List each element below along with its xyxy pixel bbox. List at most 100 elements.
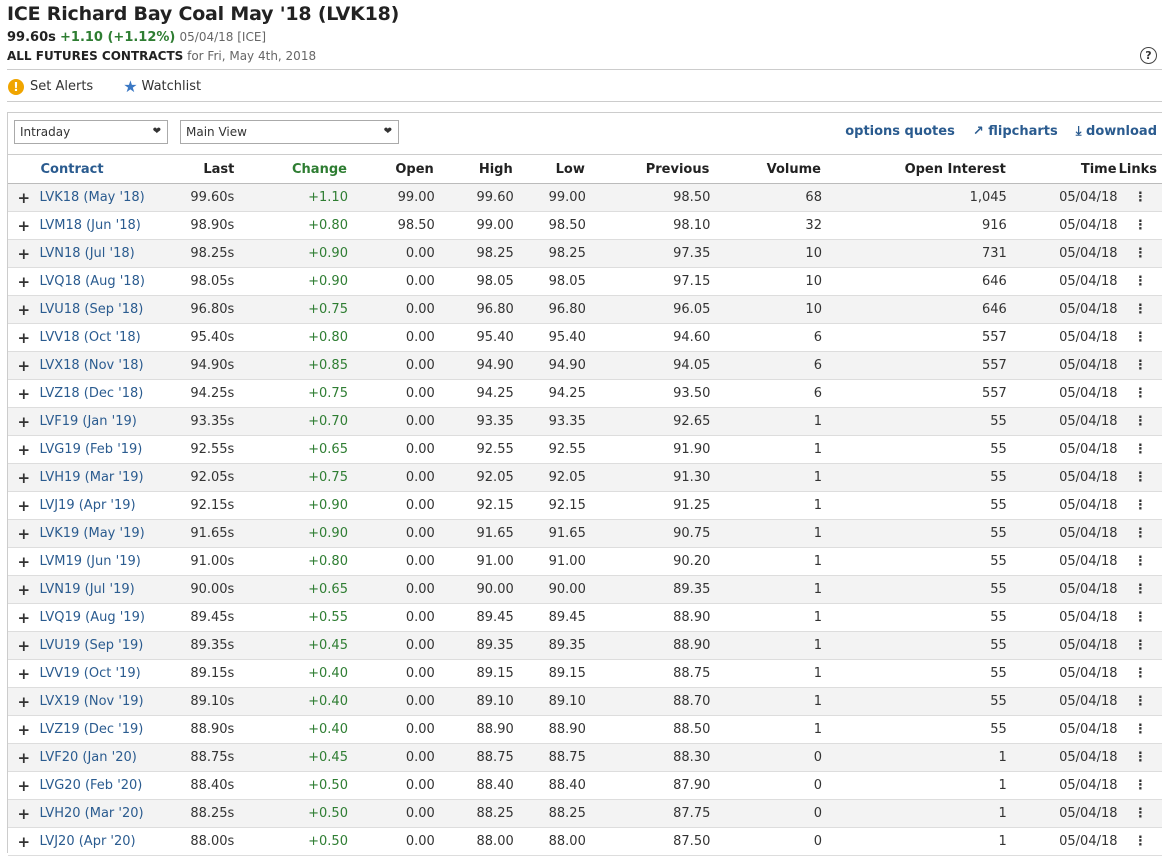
view-select[interactable]: Main View ❤ (180, 120, 399, 144)
contract-cell[interactable]: LVM18 (Jun '18) (39, 211, 161, 240)
plus-icon[interactable]: + (8, 799, 40, 828)
kebab-menu-icon[interactable]: ⋮ (1117, 211, 1162, 240)
kebab-menu-icon[interactable]: ⋮ (1117, 743, 1162, 772)
contract-cell[interactable]: LVH19 (Mar '19) (39, 463, 161, 492)
kebab-menu-icon[interactable]: ⋮ (1117, 435, 1162, 464)
plus-icon[interactable]: + (8, 407, 40, 436)
kebab-menu-icon[interactable]: ⋮ (1117, 799, 1162, 828)
plus-icon[interactable]: + (8, 239, 40, 268)
plus-icon[interactable]: + (8, 463, 40, 492)
plus-icon[interactable]: + (8, 631, 40, 660)
kebab-menu-icon[interactable]: ⋮ (1117, 407, 1162, 436)
kebab-menu-icon[interactable]: ⋮ (1117, 771, 1162, 800)
contract-cell[interactable]: LVF19 (Jan '19) (39, 407, 161, 436)
contract-cell[interactable]: LVX19 (Nov '19) (39, 687, 161, 716)
plus-icon[interactable]: + (8, 603, 40, 632)
kebab-menu-icon[interactable]: ⋮ (1117, 323, 1162, 352)
period-select[interactable]: Intraday ❤ (14, 120, 168, 144)
open-interest-cell: 55 (821, 631, 1007, 660)
plus-icon[interactable]: + (8, 743, 40, 772)
plus-icon[interactable]: + (8, 547, 40, 576)
contract-cell[interactable]: LVZ19 (Dec '19) (39, 715, 161, 744)
change-cell: +0.85 (236, 351, 348, 380)
contract-cell[interactable]: LVN18 (Jul '18) (39, 239, 161, 268)
contract-cell[interactable]: LVM19 (Jun '19) (39, 547, 161, 576)
contract-cell[interactable]: LVF20 (Jan '20) (39, 743, 161, 772)
options-quotes-link[interactable]: options quotes (845, 124, 955, 139)
kebab-menu-icon[interactable]: ⋮ (1117, 519, 1162, 548)
contract-cell[interactable]: LVU18 (Sep '18) (39, 295, 161, 324)
contract-cell[interactable]: LVG19 (Feb '19) (39, 435, 161, 464)
set-alerts-link[interactable]: Set Alerts (30, 79, 93, 94)
contract-cell[interactable]: LVV19 (Oct '19) (39, 659, 161, 688)
plus-icon[interactable]: + (8, 267, 40, 296)
plus-icon[interactable]: + (8, 323, 40, 352)
kebab-menu-icon[interactable]: ⋮ (1117, 659, 1162, 688)
col-contract[interactable]: Contract (39, 154, 161, 184)
kebab-menu-icon[interactable]: ⋮ (1117, 379, 1162, 408)
high-cell: 89.10 (434, 687, 514, 716)
kebab-menu-icon[interactable]: ⋮ (1117, 631, 1162, 660)
plus-icon[interactable]: + (8, 295, 40, 324)
kebab-menu-icon[interactable]: ⋮ (1117, 463, 1162, 492)
kebab-menu-icon[interactable]: ⋮ (1117, 715, 1162, 744)
kebab-menu-icon[interactable]: ⋮ (1117, 575, 1162, 604)
kebab-menu-icon[interactable]: ⋮ (1117, 491, 1162, 520)
contract-cell[interactable]: LVH20 (Mar '20) (39, 799, 161, 828)
alert-icon[interactable]: ! (8, 78, 24, 95)
flipcharts-link[interactable]: ↗ flipcharts (973, 124, 1058, 139)
plus-icon[interactable]: + (8, 183, 40, 212)
time-cell: 05/04/18 (1006, 715, 1118, 744)
contract-cell[interactable]: LVQ19 (Aug '19) (39, 603, 161, 632)
plus-icon[interactable]: + (8, 351, 40, 380)
kebab-menu-icon[interactable]: ⋮ (1117, 351, 1162, 380)
plus-icon[interactable]: + (8, 771, 40, 800)
col-volume[interactable]: Volume (710, 154, 822, 184)
col-previous[interactable]: Previous (585, 154, 711, 184)
contract-cell[interactable]: LVZ18 (Dec '18) (39, 379, 161, 408)
contract-cell[interactable]: LVU19 (Sep '19) (39, 631, 161, 660)
col-time[interactable]: Time (1006, 154, 1118, 184)
kebab-menu-icon[interactable]: ⋮ (1117, 295, 1162, 324)
kebab-menu-icon[interactable]: ⋮ (1117, 239, 1162, 268)
plus-icon[interactable]: + (8, 435, 40, 464)
plus-icon[interactable]: + (8, 659, 40, 688)
col-change[interactable]: Change (236, 154, 348, 184)
contract-cell[interactable]: LVJ20 (Apr '20) (39, 827, 161, 856)
col-low[interactable]: Low (513, 154, 586, 184)
contract-cell[interactable]: LVN19 (Jul '19) (39, 575, 161, 604)
kebab-menu-icon[interactable]: ⋮ (1117, 267, 1162, 296)
plus-icon[interactable]: + (8, 379, 40, 408)
contract-cell[interactable]: LVJ19 (Apr '19) (39, 491, 161, 520)
plus-icon[interactable]: + (8, 211, 40, 240)
contract-cell[interactable]: LVK18 (May '18) (39, 183, 161, 212)
plus-icon[interactable]: + (8, 491, 40, 520)
plus-icon[interactable]: + (8, 687, 40, 716)
col-open[interactable]: Open (347, 154, 435, 184)
kebab-menu-icon[interactable]: ⋮ (1117, 687, 1162, 716)
kebab-menu-icon[interactable]: ⋮ (1117, 547, 1162, 576)
help-icon[interactable]: ? (1140, 47, 1157, 64)
volume-cell: 0 (710, 827, 822, 856)
contract-cell[interactable]: LVK19 (May '19) (39, 519, 161, 548)
plus-icon[interactable]: + (8, 575, 40, 604)
kebab-menu-icon[interactable]: ⋮ (1117, 183, 1162, 212)
plus-icon[interactable]: + (8, 519, 40, 548)
open-cell: 0.00 (347, 379, 435, 408)
time-cell: 05/04/18 (1006, 575, 1118, 604)
contract-cell[interactable]: LVV18 (Oct '18) (39, 323, 161, 352)
kebab-menu-icon[interactable]: ⋮ (1117, 603, 1162, 632)
download-link[interactable]: ⤓ download (1076, 124, 1157, 139)
contract-cell[interactable]: LVQ18 (Aug '18) (39, 267, 161, 296)
col-last[interactable]: Last (160, 154, 237, 184)
star-icon[interactable]: ★ (123, 77, 137, 96)
contract-cell[interactable]: LVX18 (Nov '18) (39, 351, 161, 380)
contract-cell[interactable]: LVG20 (Feb '20) (39, 771, 161, 800)
plus-icon[interactable]: + (8, 715, 40, 744)
col-open-interest[interactable]: Open Interest (821, 154, 1007, 184)
col-high[interactable]: High (434, 154, 514, 184)
plus-icon[interactable]: + (8, 827, 40, 856)
watchlist-link[interactable]: Watchlist (142, 79, 202, 94)
low-cell: 92.15 (513, 491, 586, 520)
kebab-menu-icon[interactable]: ⋮ (1117, 827, 1162, 856)
